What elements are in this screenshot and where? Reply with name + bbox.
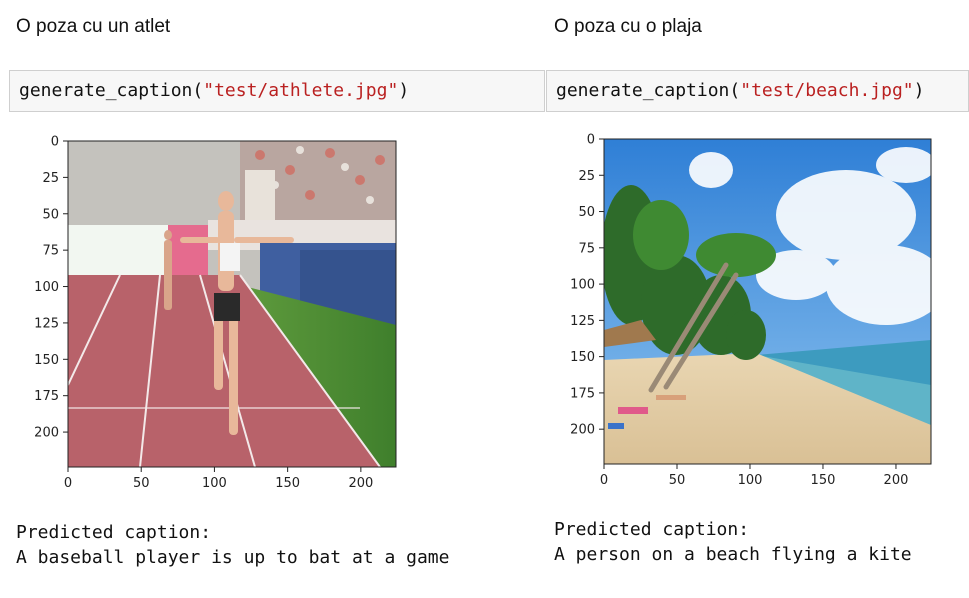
x-tick-label: 150 [275, 476, 300, 491]
y-tick-label: 125 [570, 314, 595, 329]
y-tick-label: 25 [578, 169, 595, 184]
string-argument: "test/beach.jpg" [740, 80, 914, 101]
x-tick-label: 200 [884, 473, 909, 488]
y-tick-label: 150 [570, 350, 595, 365]
y-tick-label: 200 [34, 426, 59, 441]
predicted-caption: A baseball player is up to bat at a game [16, 547, 450, 568]
y-tick-label: 100 [570, 278, 595, 293]
x-tick-label: 100 [202, 476, 227, 491]
y-tick-label: 125 [34, 316, 59, 331]
predicted-output: Predicted caption: A person on a beach f… [554, 517, 912, 567]
y-tick-label: 0 [51, 135, 59, 150]
y-tick-label: 75 [578, 241, 595, 256]
predicted-caption: A person on a beach flying a kite [554, 544, 912, 565]
x-tick-label: 200 [348, 476, 373, 491]
x-tick-label: 50 [133, 476, 150, 491]
image-plot-athlete: 0 50 100 150 200 0 25 50 75 100 125 150 175 200 [34, 135, 397, 491]
beach-photo [604, 139, 931, 464]
y-tick-label: 50 [578, 205, 595, 220]
image-plot-beach: 0 50 100 150 200 0 25 50 75 100 125 150 175 200 [570, 133, 932, 488]
x-tick-label: 100 [738, 473, 763, 488]
x-tick-label: 0 [64, 476, 72, 491]
x-tick-label: 0 [600, 473, 608, 488]
output-label: Predicted caption: [554, 519, 750, 540]
y-tick-label: 0 [587, 133, 595, 148]
y-tick-label: 75 [42, 244, 59, 259]
function-name: generate_caption [556, 80, 730, 101]
y-tick-label: 175 [570, 386, 595, 401]
y-tick-label: 100 [34, 280, 59, 295]
function-name: generate_caption [19, 80, 193, 101]
output-label: Predicted caption: [16, 522, 212, 543]
y-tick-label: 200 [570, 423, 595, 438]
panel-title: O poza cu un atlet [16, 16, 171, 37]
y-tick-label: 175 [34, 389, 59, 404]
x-tick-label: 150 [811, 473, 836, 488]
y-tick-label: 150 [34, 353, 59, 368]
string-argument: "test/athlete.jpg" [203, 80, 399, 101]
code-cell[interactable]: generate_caption("test/athlete.jpg") [9, 70, 545, 112]
y-tick-label: 25 [42, 171, 59, 186]
panel-title: O poza cu o plaja [554, 16, 702, 37]
code-cell[interactable]: generate_caption("test/beach.jpg") [546, 70, 969, 112]
x-tick-label: 50 [669, 473, 686, 488]
y-tick-label: 50 [42, 207, 59, 222]
left-panel: O poza cu un atlet generate_caption("tes… [0, 0, 545, 598]
right-panel: O poza cu o plaja generate_caption("test… [546, 0, 969, 598]
predicted-output: Predicted caption: A baseball player is … [16, 520, 449, 570]
athlete-photo [68, 141, 396, 467]
